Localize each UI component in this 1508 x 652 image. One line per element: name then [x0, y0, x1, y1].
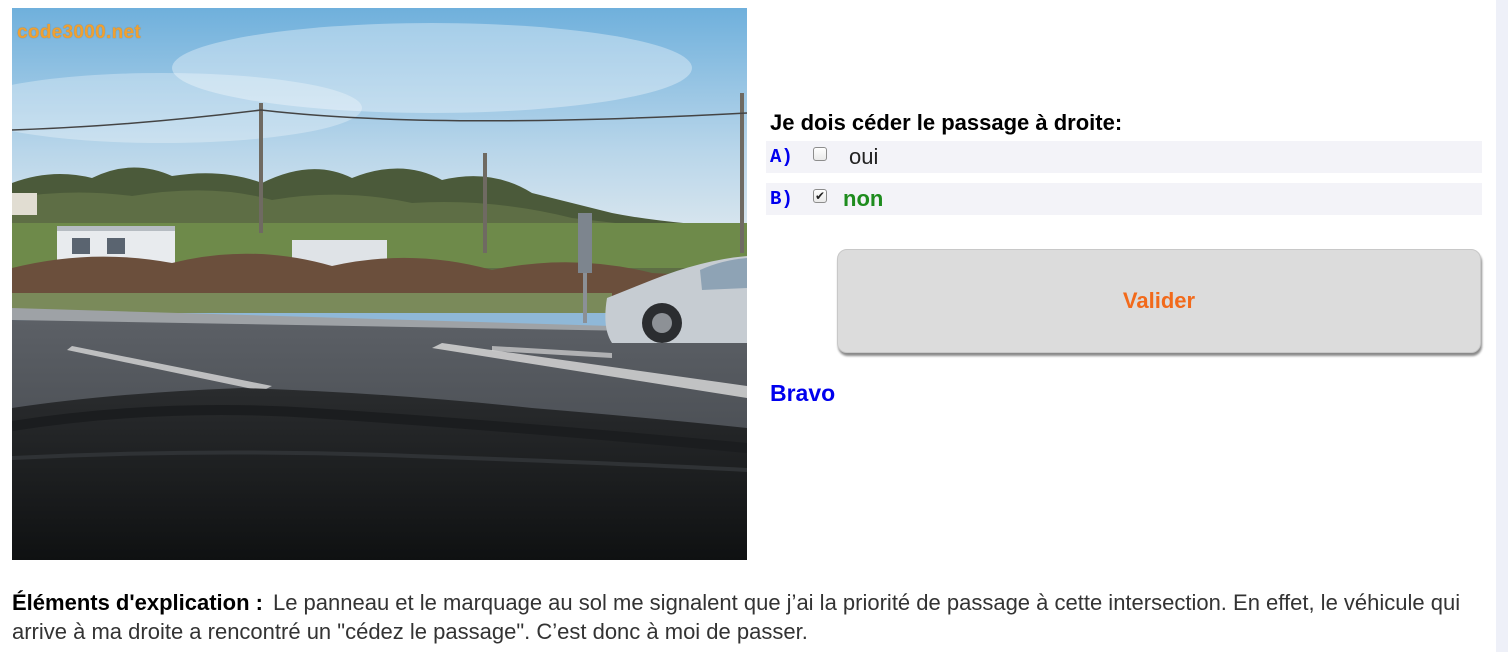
answer-checkbox-b[interactable]: ✔: [813, 189, 827, 203]
answer-checkbox-a[interactable]: [813, 147, 827, 161]
answer-letter-a: A): [770, 146, 793, 168]
answer-option-a[interactable]: A) oui: [766, 141, 1482, 173]
road-scene-image: [12, 8, 747, 560]
question-text: Je dois céder le passage à droite:: [770, 110, 1123, 135]
checkmark-icon: ✔: [814, 189, 826, 203]
answer-label-a: oui: [849, 144, 879, 169]
validate-button[interactable]: Valider: [837, 249, 1481, 353]
answer-option-b[interactable]: B) ✔ non: [766, 183, 1482, 215]
answer-letter-b: B): [770, 188, 793, 210]
watermark-text: code3000.net: [17, 22, 141, 43]
page-right-border: [1496, 0, 1508, 652]
question-photo: code3000.net: [12, 8, 747, 560]
feedback-message: Bravo: [770, 380, 836, 406]
answer-label-b: non: [843, 186, 884, 211]
explanation-label: Éléments d'explication :: [12, 590, 263, 615]
explanation-block: Éléments d'explication : Le panneau et le…: [12, 588, 1482, 646]
